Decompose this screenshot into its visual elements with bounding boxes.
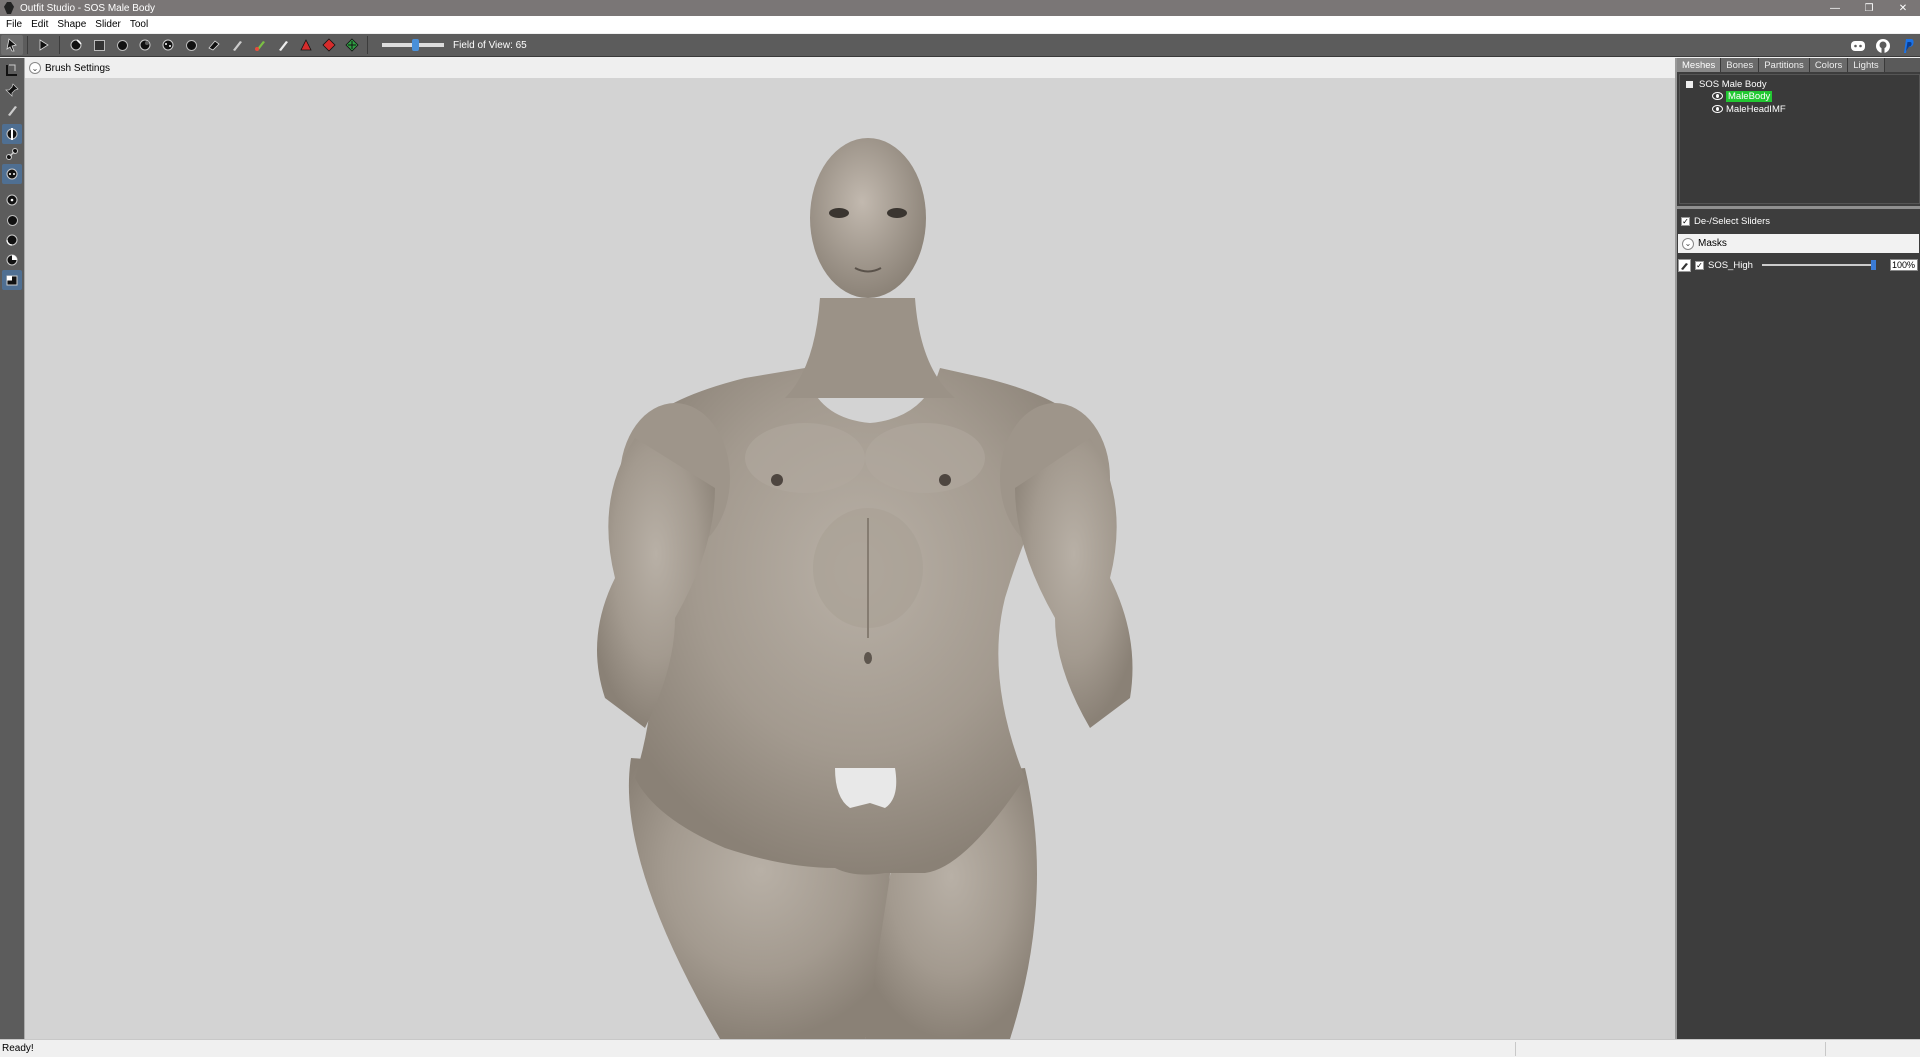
- fov-slider-thumb[interactable]: [412, 39, 420, 51]
- move-brush-icon[interactable]: [134, 35, 156, 55]
- body-model: [597, 138, 1133, 1039]
- main-toolbar: Field of View: 65: [0, 34, 1920, 57]
- slider-track[interactable]: [1762, 260, 1876, 270]
- vertex-icon[interactable]: [2, 190, 22, 210]
- discord-icon[interactable]: [1846, 36, 1870, 56]
- tree-item-label: MaleBody: [1726, 90, 1773, 102]
- masks-header[interactable]: ⌄ Masks: [1678, 234, 1919, 253]
- status-divider: [1515, 1042, 1516, 1056]
- 3d-viewport[interactable]: [25, 78, 1676, 1039]
- collapse-vertex-icon[interactable]: [295, 35, 317, 55]
- toolbar-links: [1845, 34, 1920, 57]
- global-brush-icon[interactable]: [2, 164, 22, 184]
- transform-icon[interactable]: [33, 35, 55, 55]
- tab-colors[interactable]: Colors: [1809, 58, 1849, 72]
- title-bar: Outfit Studio - SOS Male Body — ❐ ✕: [0, 0, 1920, 16]
- mirror-x-icon[interactable]: [2, 124, 22, 144]
- smooth-brush-icon[interactable]: [157, 35, 179, 55]
- slider-name: SOS_High: [1708, 260, 1753, 271]
- chevron-down-icon[interactable]: ⌄: [1682, 237, 1694, 250]
- menu-bar: File Edit Shape Slider Tool: [0, 16, 1920, 33]
- split-edge-icon[interactable]: [341, 35, 363, 55]
- flip-edge-icon[interactable]: [318, 35, 340, 55]
- menu-edit[interactable]: Edit: [31, 19, 48, 30]
- tree-root[interactable]: SOS Male Body: [1686, 78, 1767, 90]
- tree-root-label: SOS Male Body: [1699, 78, 1767, 90]
- window-controls: — ❐ ✕: [1818, 0, 1920, 16]
- brush-settings-label: Brush Settings: [45, 62, 111, 74]
- checkbox-icon[interactable]: ✓: [1681, 217, 1690, 226]
- viewport-area: ⌄ Brush Settings: [24, 58, 1675, 1039]
- select-mode-icon[interactable]: [2, 60, 22, 80]
- pin-icon[interactable]: [2, 80, 22, 100]
- mask-visible-icon[interactable]: [2, 270, 22, 290]
- tree-item-malebody[interactable]: MaleBody: [1712, 90, 1773, 102]
- mask-brush-icon[interactable]: [65, 35, 87, 55]
- minimize-icon[interactable]: —: [1818, 0, 1852, 16]
- left-toolbar: [0, 58, 24, 1039]
- panel-tabs: Meshes Bones Partitions Colors Lights: [1677, 58, 1920, 72]
- undiff-brush-icon[interactable]: [180, 35, 202, 55]
- app-logo-icon: [4, 2, 14, 14]
- deflate-brush-icon[interactable]: [111, 35, 133, 55]
- tab-lights[interactable]: Lights: [1848, 58, 1885, 72]
- edit-slider-icon[interactable]: [1678, 259, 1691, 272]
- status-divider: [1825, 1042, 1826, 1056]
- masks-label: Masks: [1698, 238, 1727, 249]
- right-panel: Meshes Bones Partitions Colors Lights SO…: [1675, 58, 1920, 1039]
- close-icon[interactable]: ✕: [1886, 0, 1920, 16]
- menu-tool[interactable]: Tool: [130, 19, 148, 30]
- expand-icon[interactable]: [1686, 80, 1693, 88]
- toolbar-separator: [367, 36, 368, 54]
- weight-brush-icon[interactable]: [226, 35, 248, 55]
- eraser-icon[interactable]: [203, 35, 225, 55]
- brush-settings-header[interactable]: ⌄ Brush Settings: [25, 58, 1675, 78]
- toolbar-separator: [27, 36, 28, 54]
- status-bar: Ready!: [0, 1039, 1920, 1057]
- tab-meshes[interactable]: Meshes: [1677, 58, 1722, 72]
- restore-icon[interactable]: ❐: [1852, 0, 1886, 16]
- github-icon[interactable]: [1871, 36, 1895, 56]
- fov-label: Field of View: 65: [453, 39, 527, 51]
- tab-partitions[interactable]: Partitions: [1759, 58, 1810, 72]
- color-brush-icon[interactable]: [249, 35, 271, 55]
- lighting-icon[interactable]: [2, 230, 22, 250]
- deselect-sliders-row[interactable]: ✓ De-/Select Sliders: [1681, 216, 1770, 227]
- tree-item-label: MaleHeadIMF: [1726, 103, 1786, 115]
- chevron-down-icon[interactable]: ⌄: [29, 62, 41, 74]
- slider-checkbox[interactable]: ✓: [1695, 261, 1704, 270]
- panel-splitter[interactable]: [1677, 206, 1920, 209]
- fov-slider[interactable]: [382, 39, 444, 51]
- slider-row[interactable]: ✓ SOS_High 100%: [1678, 258, 1920, 273]
- eye-icon[interactable]: [1712, 92, 1723, 100]
- alpha-brush-icon[interactable]: [272, 35, 294, 55]
- deselect-sliders-label: De-/Select Sliders: [1694, 216, 1771, 227]
- brush-icon[interactable]: [2, 100, 22, 120]
- menu-file[interactable]: File: [6, 19, 22, 30]
- mesh-tree[interactable]: SOS Male Body MaleBody MaleHeadIMF: [1679, 74, 1920, 204]
- status-text: Ready!: [2, 1043, 34, 1054]
- toolbar-separator: [59, 36, 60, 54]
- tree-item-maleheadimf[interactable]: MaleHeadIMF: [1712, 103, 1786, 115]
- texture-icon[interactable]: [2, 250, 22, 270]
- select-icon[interactable]: [1, 35, 23, 55]
- slider-value-input[interactable]: 100%: [1890, 259, 1918, 271]
- tab-bones[interactable]: Bones: [1721, 58, 1760, 72]
- menu-shape[interactable]: Shape: [57, 19, 86, 30]
- connected-only-icon[interactable]: [2, 144, 22, 164]
- menu-slider[interactable]: Slider: [95, 19, 121, 30]
- wireframe-icon[interactable]: [2, 210, 22, 230]
- inflate-brush-icon[interactable]: [88, 35, 110, 55]
- eye-icon[interactable]: [1712, 105, 1723, 113]
- window-title: Outfit Studio - SOS Male Body: [20, 2, 156, 14]
- paypal-icon[interactable]: [1896, 36, 1920, 56]
- slider-thumb[interactable]: [1871, 260, 1876, 270]
